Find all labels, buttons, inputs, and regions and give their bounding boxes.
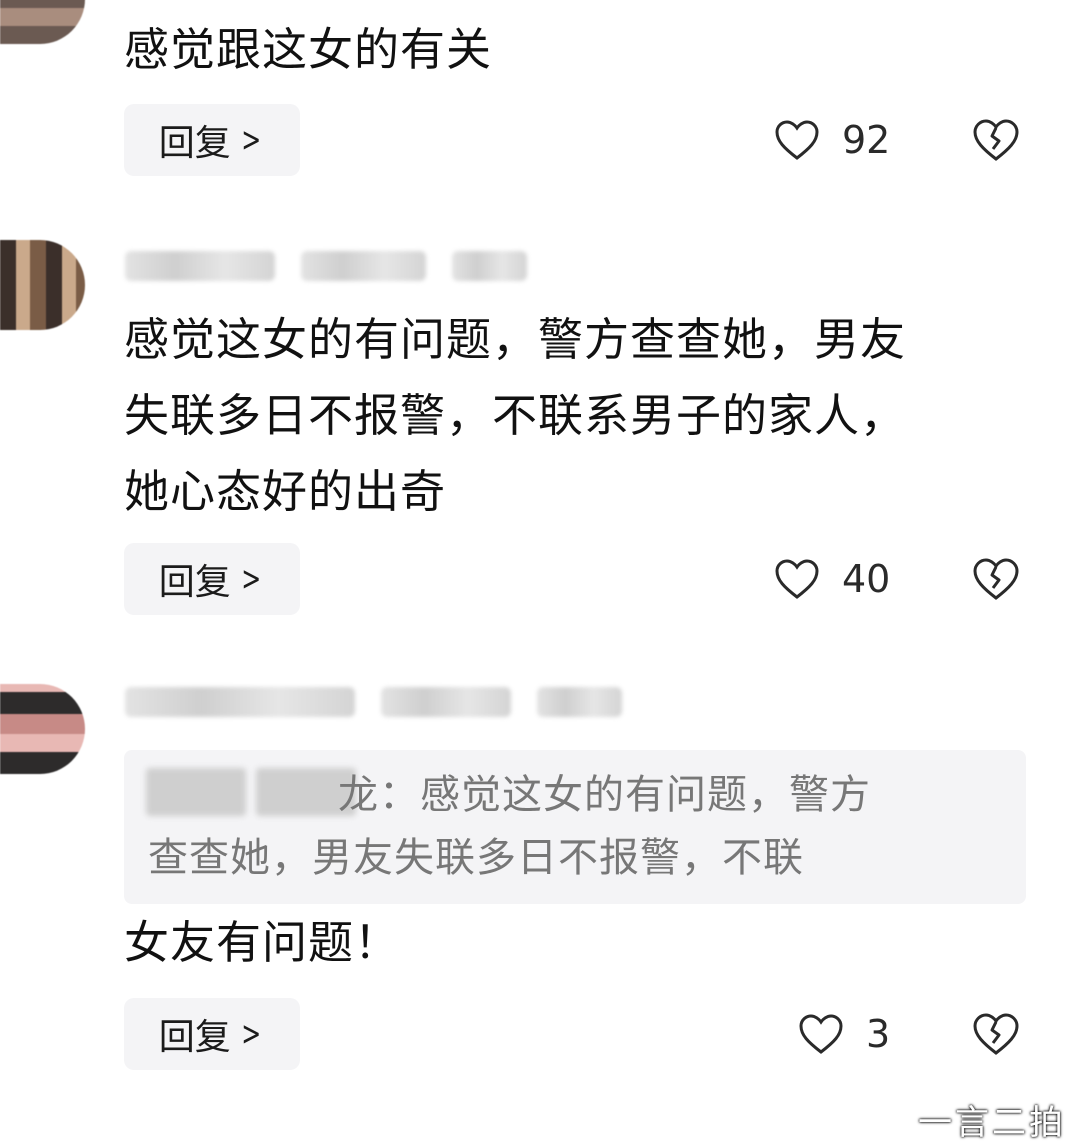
heart-outline-icon <box>799 1014 843 1054</box>
quoted-reply[interactable]: 龙：感觉这女的有问题，警方 查查她，男友失联多日不报警，不联 <box>124 750 1026 904</box>
reply-label: 回复 <box>158 562 231 603</box>
watermark: 一言二拍 <box>918 1103 1066 1143</box>
username-blurred[interactable] <box>125 244 527 288</box>
avatar[interactable] <box>0 240 85 330</box>
reply-label: 回复 <box>158 123 231 164</box>
like-count: 92 <box>842 118 891 162</box>
quoted-text-line: 龙：感觉这女的有问题，警方 <box>338 772 871 818</box>
like-count: 3 <box>866 1012 891 1056</box>
dislike-button[interactable] <box>972 118 1020 162</box>
reply-button[interactable]: 回复 > <box>124 543 300 615</box>
dislike-button[interactable] <box>972 557 1020 601</box>
heart-outline-icon <box>775 559 819 599</box>
like-count: 40 <box>842 557 891 601</box>
broken-heart-icon <box>973 119 1019 161</box>
heart-outline-icon <box>775 120 819 160</box>
reply-button[interactable]: 回复 > <box>124 104 300 176</box>
comment-text: 感觉跟这女的有关 <box>124 23 493 76</box>
chevron-right-icon: > <box>241 559 261 599</box>
dislike-button[interactable] <box>972 1012 1020 1056</box>
comment-text: 感觉这女的有问题，警方查查她，男友 失联多日不报警，不联系男子的家人， 她心态好… <box>124 313 907 518</box>
chevron-right-icon: > <box>241 1014 261 1054</box>
chevron-right-icon: > <box>241 120 261 160</box>
broken-heart-icon <box>973 1013 1019 1055</box>
broken-heart-icon <box>973 558 1019 600</box>
avatar[interactable] <box>0 0 85 44</box>
quoted-text: 龙：感觉这女的有问题，警方 查查她，男友失联多日不报警，不联 <box>148 764 1008 890</box>
like-button[interactable]: 92 <box>774 118 890 162</box>
comment-text: 女友有问题！ <box>124 916 401 969</box>
reply-label: 回复 <box>158 1017 231 1058</box>
like-button[interactable]: 3 <box>798 1012 890 1056</box>
quoted-text-line: 查查她，男友失联多日不报警，不联 <box>148 835 804 881</box>
username-blurred[interactable] <box>125 680 622 724</box>
like-button[interactable]: 40 <box>774 557 890 601</box>
reply-button[interactable]: 回复 > <box>124 998 300 1070</box>
avatar[interactable] <box>0 684 85 774</box>
